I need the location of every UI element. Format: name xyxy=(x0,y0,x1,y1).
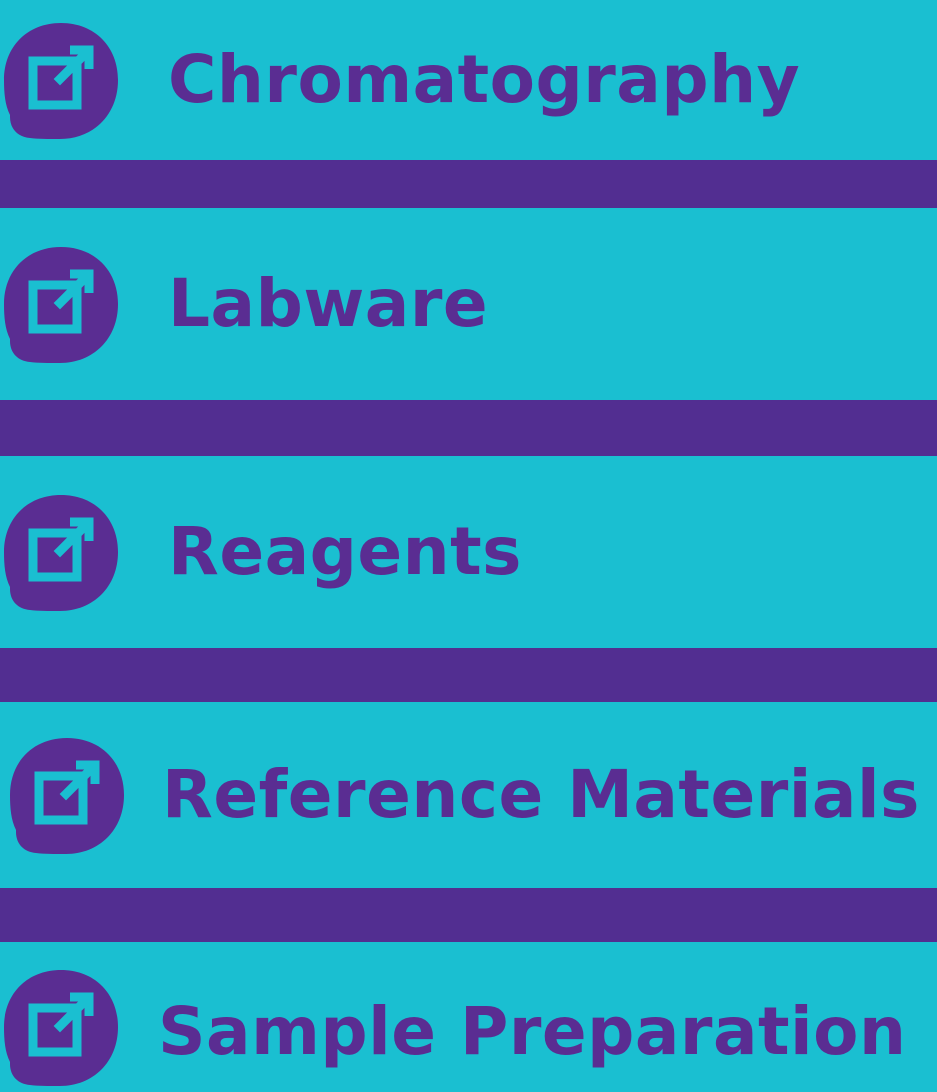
link-reference-materials[interactable]: Reference Materials xyxy=(0,702,937,888)
link-label: Reagents xyxy=(168,513,522,590)
link-labware[interactable]: Labware xyxy=(0,208,937,400)
external-link-icon xyxy=(10,738,124,854)
link-label: Reference Materials xyxy=(162,756,920,833)
link-label: Chromatography xyxy=(168,41,801,118)
external-link-icon xyxy=(4,495,118,611)
link-label: Sample Preparation xyxy=(158,993,907,1070)
link-sample-preparation[interactable]: Sample Preparation xyxy=(0,942,937,1092)
external-link-icon xyxy=(4,247,118,363)
link-label: Labware xyxy=(168,265,489,342)
link-reagents[interactable]: Reagents xyxy=(0,456,937,648)
external-link-icon xyxy=(4,23,118,139)
link-chromatography[interactable]: Chromatography xyxy=(0,0,937,160)
category-link-list: Chromatography Labware Reagents Referenc… xyxy=(0,0,937,1092)
external-link-icon xyxy=(4,970,118,1086)
